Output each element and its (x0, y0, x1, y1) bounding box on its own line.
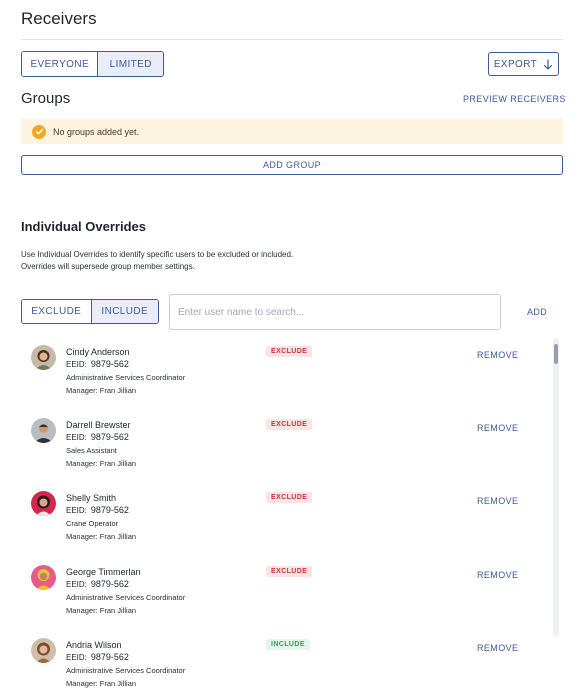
avatar (31, 418, 56, 443)
status-badge: EXCLUDE (266, 492, 313, 503)
preview-receivers-link[interactable]: PREVIEW RECEIVERS (463, 94, 566, 104)
user-name: George Timmerlan (66, 567, 141, 577)
list-scrollbar-thumb[interactable] (554, 344, 558, 364)
add-group-button[interactable]: ADD GROUP (21, 155, 563, 175)
remove-button[interactable]: REMOVE (477, 570, 518, 580)
user-search-input[interactable] (169, 294, 501, 330)
user-eeid: EEID: 9879-562 (66, 431, 136, 444)
user-name: Shelly Smith (66, 493, 117, 503)
audience-toggle: EVERYONE LIMITED (21, 51, 164, 77)
audience-limited-option[interactable]: LIMITED (97, 52, 163, 76)
user-role: Administrative Services Coordinator (66, 593, 186, 602)
override-mode-toggle: EXCLUDE INCLUDE (21, 299, 159, 324)
list-item: Darrell Brewster EEID: 9879-562 Sales Ass… (21, 411, 551, 481)
user-name: Darrell Brewster (66, 420, 131, 430)
user-role: Administrative Services Coordinator (66, 666, 186, 675)
no-groups-alert: No groups added yet. (21, 119, 563, 144)
remove-button[interactable]: REMOVE (477, 496, 518, 506)
eeid-label: EEID: (66, 653, 87, 662)
status-badge: INCLUDE (266, 639, 310, 650)
user-manager: Manager: Fran Jillian (66, 532, 137, 541)
status-badge: EXCLUDE (266, 346, 313, 357)
user-eeid: EEID: 9879-562 (66, 651, 185, 664)
user-manager: Manager: Fran Jillian (66, 386, 137, 395)
header-divider (21, 39, 563, 40)
remove-button[interactable]: REMOVE (477, 350, 518, 360)
user-manager: Manager: Fran Jillian (66, 679, 137, 688)
user-manager: Manager: Fran Jillian (66, 606, 137, 615)
receivers-title: Receivers (21, 9, 97, 28)
user-name: Cindy Anderson (66, 347, 130, 357)
arrow-down-icon (544, 58, 553, 70)
avatar (31, 491, 56, 516)
status-badge: EXCLUDE (266, 419, 313, 430)
eeid-value: 9879-562 (90, 432, 129, 442)
user-role: Administrative Services Coordinator (66, 373, 186, 382)
user-eeid: EEID: 9879-562 (66, 504, 136, 517)
overrides-description: Use Individual Overrides to identify spe… (21, 250, 294, 271)
eeid-label: EEID: (66, 580, 87, 589)
remove-button[interactable]: REMOVE (477, 423, 518, 433)
add-user-button[interactable]: ADD (527, 307, 547, 317)
avatar (31, 345, 56, 370)
export-button[interactable]: EXPORT (488, 52, 559, 76)
eeid-label: EEID: (66, 506, 87, 515)
user-role: Crane Operator (66, 519, 119, 528)
list-item: Shelly Smith EEID: 9879-562 Crane Operato… (21, 484, 551, 554)
eeid-value: 9879-562 (90, 505, 129, 515)
list-item: Cindy Anderson EEID: 9879-562 Administrat… (21, 338, 551, 408)
audience-everyone-option[interactable]: EVERYONE (22, 52, 98, 76)
individual-overrides-title: Individual Overrides (21, 219, 146, 234)
eeid-value: 9879-562 (90, 652, 129, 662)
user-manager: Manager: Fran Jillian (66, 459, 137, 468)
remove-button[interactable]: REMOVE (477, 643, 518, 653)
alert-text: No groups added yet. (53, 126, 140, 137)
status-badge: EXCLUDE (266, 566, 313, 577)
groups-title: Groups (21, 90, 71, 107)
check-circle-icon (32, 124, 46, 139)
eeid-value: 9879-562 (90, 359, 129, 369)
list-item: George Timmerlan EEID: 9879-562 Administr… (21, 558, 551, 628)
list-item: Andria Wilson EEID: 9879-562 Administrati… (21, 631, 551, 700)
user-role: Sales Assistant (66, 446, 117, 455)
mode-include-option[interactable]: INCLUDE (90, 300, 158, 323)
user-eeid: EEID: 9879-562 (66, 578, 185, 591)
eeid-value: 9879-562 (90, 579, 129, 589)
mode-exclude-option[interactable]: EXCLUDE (22, 300, 91, 323)
eeid-label: EEID: (66, 433, 87, 442)
list-scrollbar-track[interactable] (553, 338, 559, 636)
export-label: EXPORT (493, 58, 538, 70)
eeid-label: EEID: (66, 360, 87, 369)
avatar (31, 638, 56, 663)
avatar (31, 565, 56, 590)
user-eeid: EEID: 9879-562 (66, 358, 185, 371)
override-user-list: Cindy Anderson EEID: 9879-562 Administrat… (21, 338, 563, 700)
user-name: Andria Wilson (66, 640, 122, 650)
